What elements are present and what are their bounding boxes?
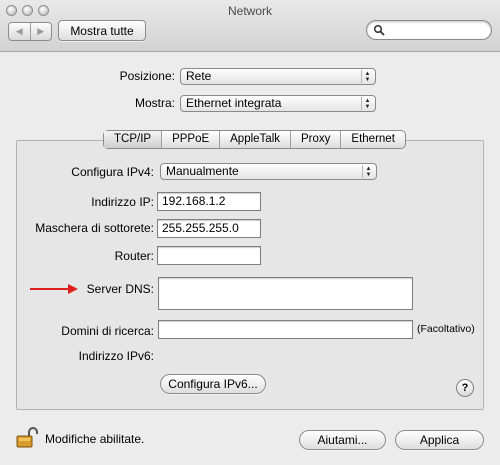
show-popup[interactable]: Ethernet integrata ▲ ▼ xyxy=(180,95,376,112)
padlock-icon[interactable] xyxy=(16,426,38,448)
configure-ipv4-label: Configura IPv4: xyxy=(71,165,154,179)
search-field[interactable] xyxy=(366,20,492,40)
router-label: Router: xyxy=(114,249,154,263)
configure-ipv4-value: Manualmente xyxy=(166,164,239,178)
subnet-mask-field[interactable]: 255.255.255.0 xyxy=(157,219,261,238)
show-all-button[interactable]: Mostra tutte xyxy=(58,20,146,41)
show-value: Ethernet integrata xyxy=(186,96,282,110)
search-icon xyxy=(373,24,385,36)
window-title: Network xyxy=(227,4,272,18)
back-arrow-icon[interactable]: ◀ xyxy=(9,23,30,40)
popup-arrows-icon: ▲ ▼ xyxy=(362,165,374,178)
subnet-mask-label: Maschera di sottorete: xyxy=(35,221,154,235)
title-bar: Network ◀ ▶ Mostra tutte xyxy=(0,0,500,52)
search-domains-label: Domini di ricerca: xyxy=(61,324,154,338)
tab-ethernet[interactable]: Ethernet xyxy=(340,131,404,148)
apply-button[interactable]: Applica xyxy=(395,430,484,450)
tab-panel xyxy=(16,140,484,410)
dns-server-label: Server DNS: xyxy=(86,282,154,296)
help-icon[interactable]: ? xyxy=(456,379,474,397)
location-popup[interactable]: Rete ▲ ▼ xyxy=(180,68,376,85)
network-preferences-window: Network ◀ ▶ Mostra tutte Posizione: Rete… xyxy=(0,0,500,465)
tab-appletalk[interactable]: AppleTalk xyxy=(219,131,290,148)
popup-arrows-icon: ▲ ▼ xyxy=(361,97,373,110)
configure-ipv4-popup[interactable]: Manualmente ▲ ▼ xyxy=(160,163,377,180)
tab-bar: TCP/IP PPPoE AppleTalk Proxy Ethernet xyxy=(103,130,406,149)
ipv6-address-label: Indirizzo IPv6: xyxy=(78,349,154,363)
location-label: Posizione: xyxy=(119,69,175,83)
help-button[interactable]: Aiutami... xyxy=(299,430,386,450)
location-value: Rete xyxy=(186,69,212,83)
tab-pppoe[interactable]: PPPoE xyxy=(161,131,219,148)
lock-status-label: Modifiche abilitate. xyxy=(45,432,145,446)
tab-tcpip[interactable]: TCP/IP xyxy=(104,131,162,148)
forward-arrow-icon[interactable]: ▶ xyxy=(29,23,52,40)
optional-hint: (Facoltativo) xyxy=(417,323,475,335)
router-field[interactable] xyxy=(157,246,261,265)
ip-address-label: Indirizzo IP: xyxy=(91,195,154,209)
show-label: Mostra: xyxy=(134,96,175,110)
tab-proxy[interactable]: Proxy xyxy=(290,131,340,148)
configure-ipv6-button[interactable]: Configura IPv6... xyxy=(160,374,266,394)
dns-server-field[interactable] xyxy=(158,277,413,310)
search-domains-field[interactable] xyxy=(158,320,413,339)
ip-address-field[interactable]: 192.168.1.2 xyxy=(157,192,261,211)
popup-arrows-icon: ▲ ▼ xyxy=(361,70,373,83)
back-forward-control: ◀ ▶ xyxy=(8,22,52,41)
